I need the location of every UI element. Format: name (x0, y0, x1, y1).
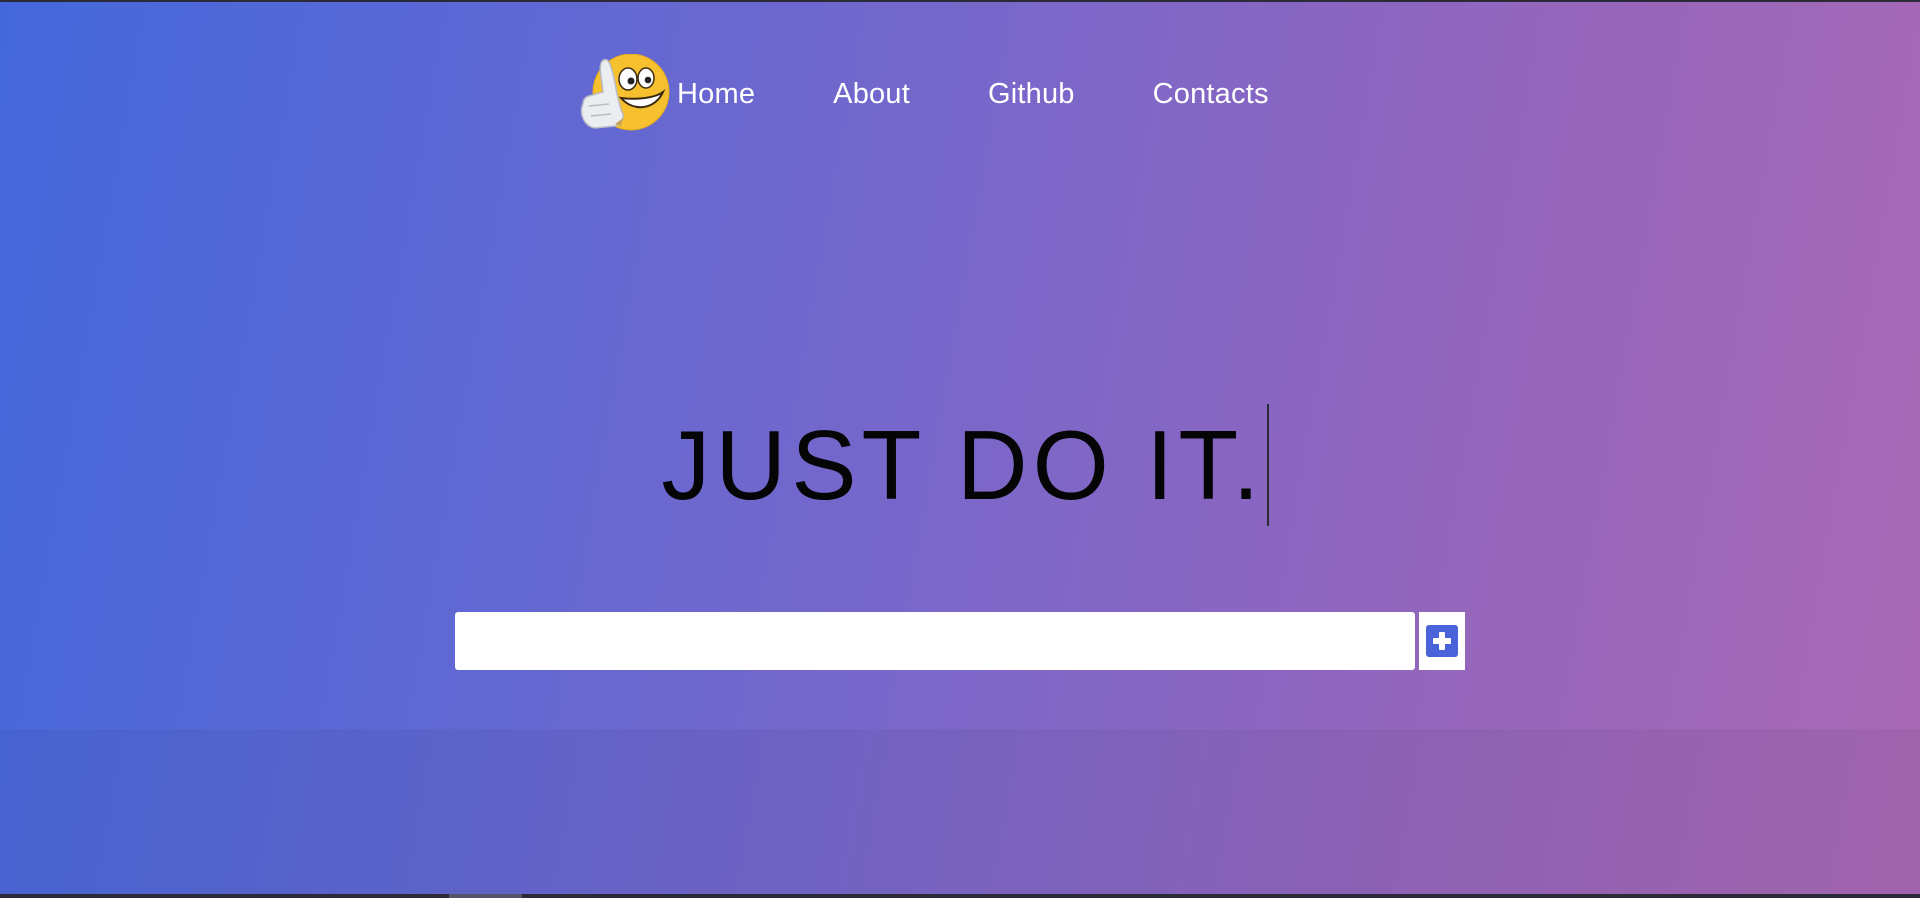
hero-title: JUST DO IT. (661, 410, 1265, 520)
hero-title-wrapper: JUST DO IT. (661, 400, 1269, 530)
bottom-scrollbar (0, 894, 1920, 898)
nav-link-contacts[interactable]: Contacts (1153, 78, 1269, 111)
plus-square-icon (1426, 625, 1458, 657)
text-cursor (1266, 404, 1269, 526)
hero-section: JUST DO IT. (0, 400, 1920, 530)
main-nav: Home About Github Contacts (575, 54, 1347, 134)
scrollbar-thumb[interactable] (449, 894, 522, 898)
todo-input[interactable] (455, 612, 1415, 670)
nav-link-home[interactable]: Home (677, 78, 755, 111)
add-todo-button[interactable] (1419, 612, 1465, 670)
lower-section (0, 729, 1920, 894)
todo-form (455, 612, 1465, 670)
thumbs-up-emoji-icon[interactable] (575, 54, 673, 134)
nav-link-github[interactable]: Github (988, 78, 1075, 111)
nav-link-about[interactable]: About (833, 78, 910, 111)
page-background: Home About Github Contacts JUST DO IT. (0, 2, 1920, 894)
